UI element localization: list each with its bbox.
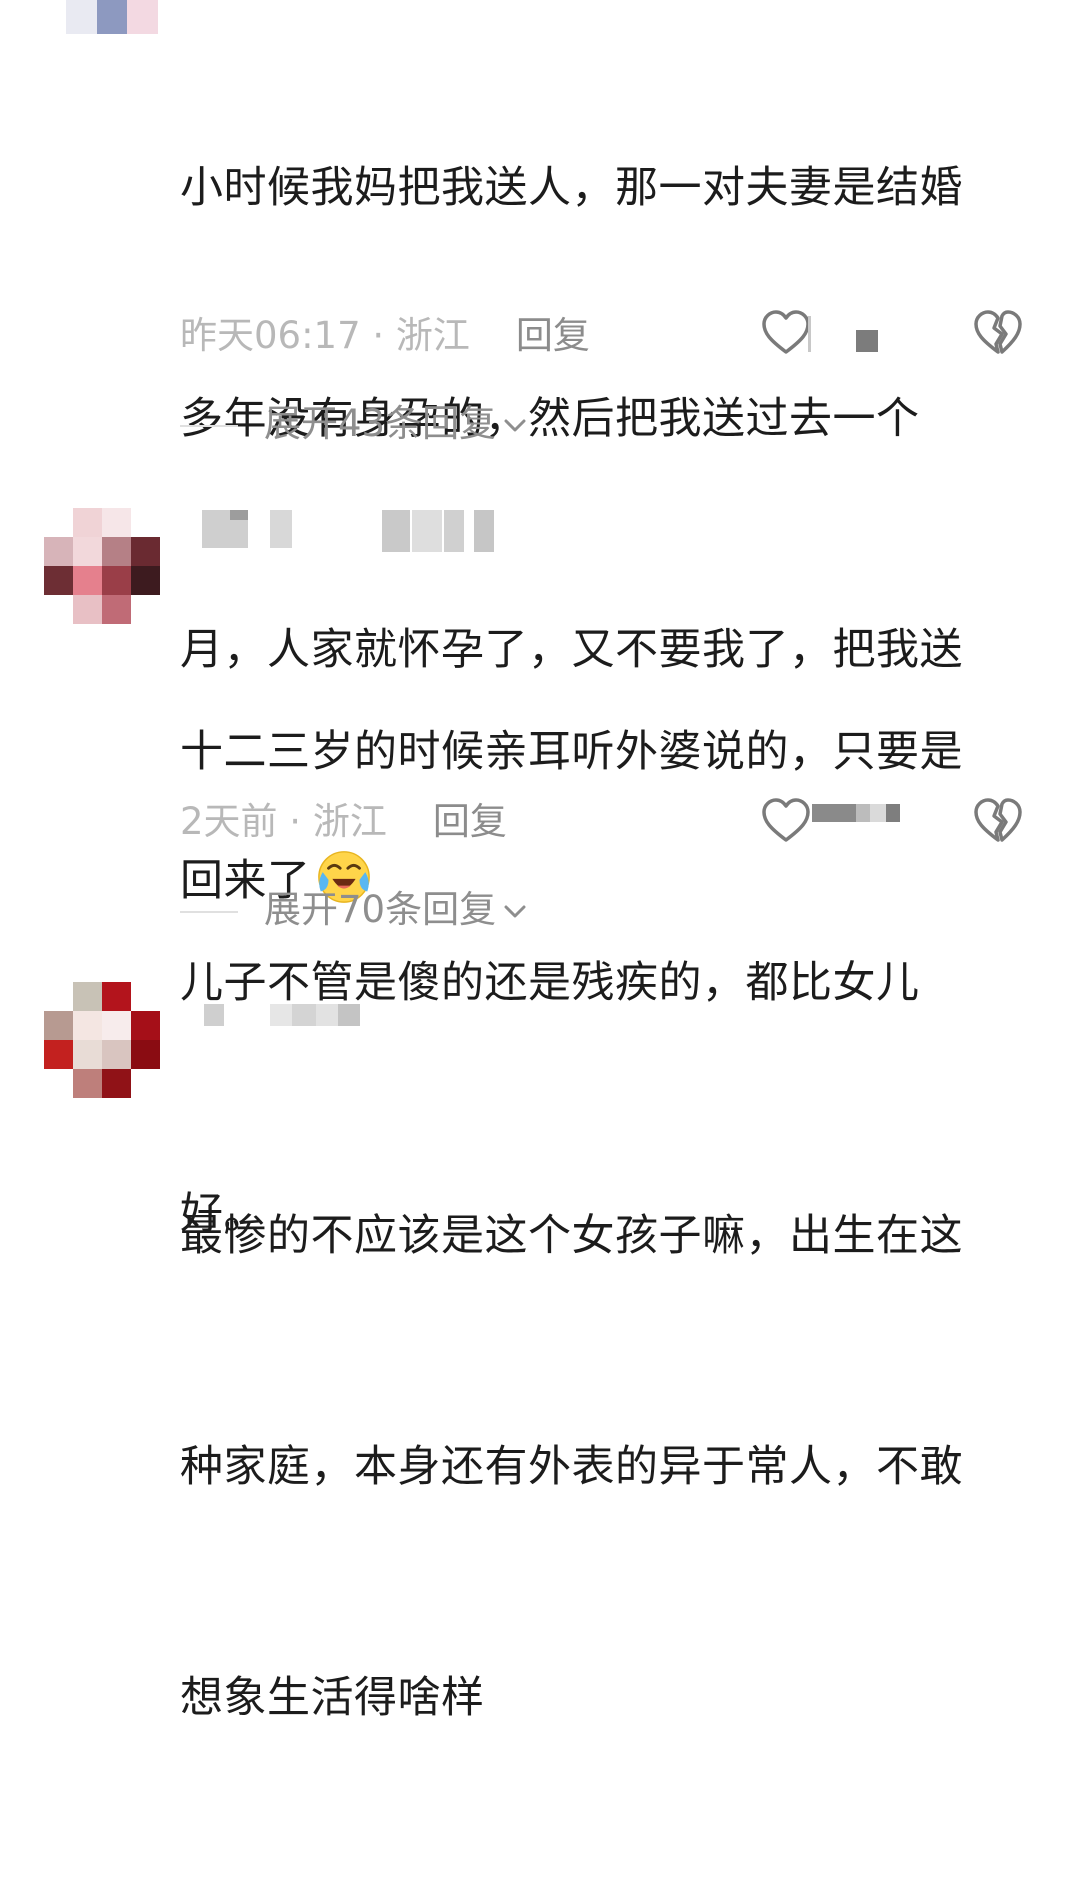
divider [180,424,238,427]
expand-replies-button[interactable]: 展开70条回复 [180,880,528,940]
avatar[interactable] [44,508,160,624]
heart-outline-icon[interactable] [760,308,812,360]
chevron-down-icon [504,419,526,431]
comment-meta: 2天前 · 浙江 回复 [180,792,507,852]
like-count [808,316,882,352]
username[interactable] [200,510,500,556]
comment-time-location: 昨天06:17 · 浙江 [180,314,470,357]
reply-button[interactable]: 回复 [433,800,507,843]
like-count [812,804,902,830]
chevron-down-icon [504,905,526,917]
heart-outline-icon[interactable] [760,796,812,848]
comment-meta: 昨天06:17 · 浙江 回复 [180,306,590,366]
comment-text: 最惨的不应该是这个女孩子嘛，出生在这 种家庭，本身还有外表的异于常人，不敢 想象… [180,1211,963,1723]
comment-time-location: 2天前 · 浙江 [180,800,387,843]
expand-replies-button[interactable]: 展开43条回复 [180,394,528,454]
avatar[interactable] [44,982,160,1098]
divider [180,910,238,913]
broken-heart-icon[interactable] [972,796,1024,848]
broken-heart-icon[interactable] [972,308,1024,360]
avatar[interactable] [66,0,158,34]
reply-button[interactable]: 回复 [516,314,590,357]
